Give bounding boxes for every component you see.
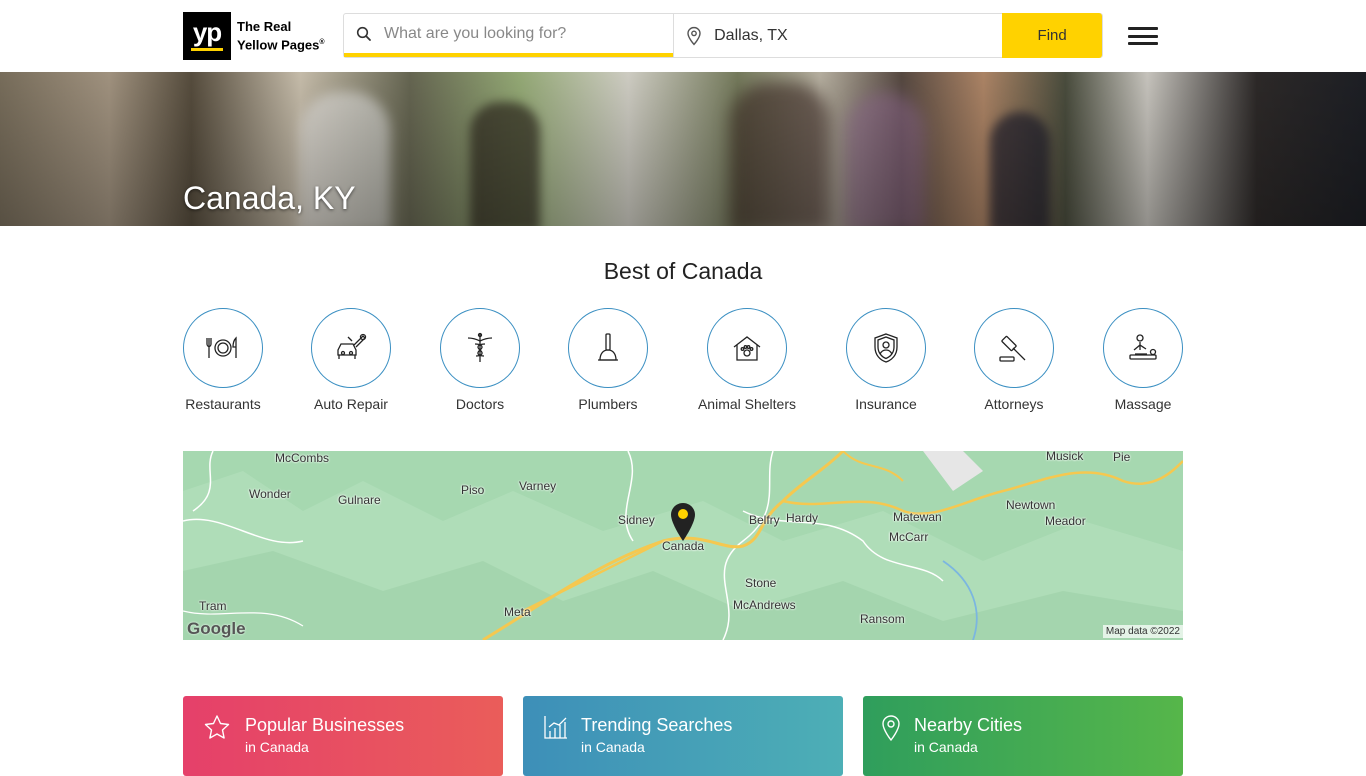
category-massage[interactable]: Massage	[1083, 308, 1203, 412]
map-place-label: McCombs	[275, 451, 330, 465]
card-subtitle: in Canada	[914, 739, 978, 755]
category-plumbers[interactable]: Plumbers	[548, 308, 668, 412]
map-place-label: Belfry	[749, 513, 780, 527]
map-place-label: Stone	[745, 576, 777, 590]
massage-icon	[1129, 334, 1157, 360]
find-button[interactable]: Find	[1002, 13, 1102, 58]
category-label: Insurance	[855, 396, 917, 412]
logo-underline	[191, 48, 223, 51]
category-list: Restaurants Auto Repair Doctors Plumbers…	[183, 308, 1183, 418]
popular-businesses-card[interactable]: Popular Businesses in Canada	[183, 696, 503, 776]
category-icon-circle	[707, 308, 787, 388]
card-title: Nearby Cities	[914, 715, 1023, 735]
logo-line1: The Real	[237, 18, 292, 34]
hero-banner: Canada, KY	[0, 72, 1366, 226]
map-place-label: Sidney	[618, 513, 655, 527]
map-place-label: Gulnare	[338, 493, 381, 507]
location-input[interactable]	[714, 26, 985, 45]
category-label: Restaurants	[185, 396, 261, 412]
caduceus-icon	[467, 332, 493, 362]
animal-shelter-icon	[733, 336, 761, 361]
category-insurance[interactable]: Insurance	[826, 308, 946, 412]
map-place-label: Meta	[504, 605, 531, 619]
gavel-icon	[999, 335, 1026, 362]
category-icon-circle	[846, 308, 926, 388]
restaurant-icon	[206, 336, 237, 358]
map-place-label: Tram	[199, 599, 227, 613]
logo-mark-text: yp	[192, 17, 222, 47]
page-title: Canada, KY	[183, 180, 356, 216]
category-icon-circle	[1103, 308, 1183, 388]
search-input[interactable]	[384, 24, 654, 43]
logo-text: The Real Yellow Pages®	[237, 19, 325, 53]
search-icon	[344, 26, 384, 42]
menu-bar	[1128, 34, 1158, 38]
category-animal-shelters[interactable]: Animal Shelters	[687, 308, 807, 412]
category-doctors[interactable]: Doctors	[420, 308, 540, 412]
best-of-heading: Best of Canada	[603, 258, 763, 284]
category-label: Plumbers	[578, 396, 638, 412]
category-label: Auto Repair	[314, 396, 388, 412]
shield-icon	[874, 333, 898, 363]
map-place-label: Meador	[1045, 514, 1086, 528]
card-subtitle: in Canada	[245, 739, 309, 755]
category-icon-circle	[183, 308, 263, 388]
nearby-cities-card[interactable]: Nearby Cities in Canada	[863, 696, 1183, 776]
site-header: yp The Real Yellow Pages® Find	[0, 0, 1366, 72]
category-auto-repair[interactable]: Auto Repair	[291, 308, 411, 412]
plunger-icon	[598, 333, 618, 361]
map-place-label: Matewan	[893, 510, 942, 524]
category-icon-circle	[568, 308, 648, 388]
map-place-label: McCarr	[889, 530, 929, 544]
yp-logo-mark: yp	[183, 12, 231, 60]
card-title: Popular Businesses	[245, 715, 405, 735]
trending-searches-card[interactable]: Trending Searches in Canada	[523, 696, 843, 776]
category-icon-circle	[974, 308, 1054, 388]
map-place-label: Ransom	[860, 612, 905, 626]
category-label: Doctors	[455, 396, 505, 412]
map-place-label: Musick	[1046, 451, 1084, 463]
star-icon	[204, 715, 230, 739]
yp-logo[interactable]: yp The Real Yellow Pages®	[183, 12, 325, 60]
card-title: Trending Searches	[581, 715, 733, 735]
menu-bar	[1128, 27, 1158, 30]
search-bar: Find	[343, 13, 1103, 58]
category-icon-circle	[440, 308, 520, 388]
category-attorneys[interactable]: Attorneys	[954, 308, 1074, 412]
search-where-field	[673, 14, 1002, 57]
google-logo: Google	[187, 619, 246, 638]
registered-mark: ®	[319, 38, 325, 46]
map-place-label: Newtown	[1006, 498, 1056, 512]
category-label: Animal Shelters	[697, 396, 797, 412]
map-place-label: Wonder	[249, 487, 291, 501]
category-icon-circle	[311, 308, 391, 388]
menu-bar	[1128, 42, 1158, 45]
location-map[interactable]: McCombs Wonder Gulnare Piso Varney Sidne…	[183, 451, 1183, 640]
logo-line2: Yellow Pages	[237, 37, 320, 53]
map-place-label: Canada	[662, 539, 705, 553]
category-restaurants[interactable]: Restaurants	[163, 308, 283, 412]
card-subtitle: in Canada	[581, 739, 645, 755]
trending-chart-icon	[544, 716, 567, 739]
map-attribution[interactable]: Map data ©2022	[1102, 625, 1183, 638]
map-place-label: McAndrews	[733, 598, 796, 612]
map-place-label: Varney	[519, 479, 557, 493]
auto-repair-icon	[337, 333, 367, 359]
map-pin-icon	[882, 715, 900, 742]
map-pin-icon	[674, 26, 714, 46]
map-place-label: Pie	[1113, 451, 1131, 464]
category-label: Attorneys	[984, 396, 1044, 412]
map-place-label: Piso	[461, 483, 485, 497]
hamburger-menu-icon[interactable]	[1128, 27, 1158, 45]
search-what-field	[344, 14, 674, 57]
map-place-label: Hardy	[786, 511, 819, 525]
category-label: Massage	[1114, 396, 1172, 412]
